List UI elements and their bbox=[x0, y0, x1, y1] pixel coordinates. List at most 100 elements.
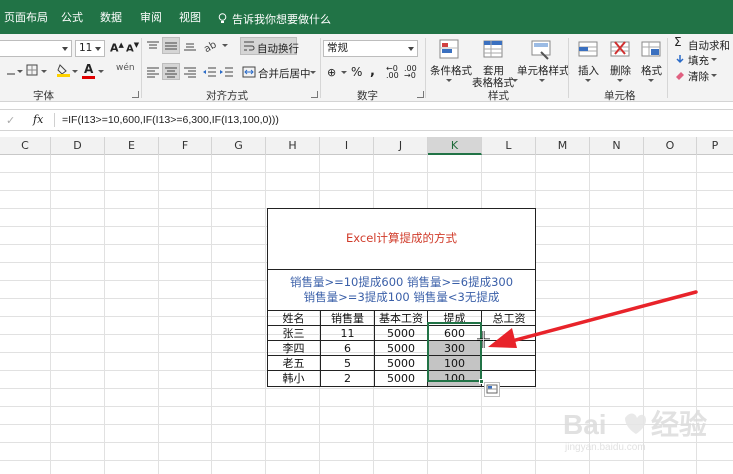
borders-dropdown-icon[interactable] bbox=[41, 70, 47, 73]
table-cell[interactable]: 6 bbox=[321, 341, 374, 356]
font-size-combo[interactable]: 11 bbox=[75, 40, 105, 57]
insert-function-icon[interactable]: fx bbox=[33, 113, 43, 126]
increase-font-icon[interactable]: A▲ bbox=[110, 41, 124, 55]
table-cell[interactable]: 张三 bbox=[267, 326, 320, 341]
percent-style-icon[interactable]: % bbox=[351, 65, 362, 79]
delete-button[interactable]: 删除 bbox=[610, 63, 631, 78]
column-header-i[interactable]: I bbox=[320, 137, 374, 155]
table-cell[interactable]: 5000 bbox=[375, 371, 427, 386]
clear-dropdown-icon[interactable] bbox=[711, 74, 717, 77]
column-header-m[interactable]: M bbox=[536, 137, 590, 155]
column-header-d[interactable]: D bbox=[51, 137, 105, 155]
font-name-combo[interactable] bbox=[0, 40, 72, 57]
decrease-font-icon[interactable]: A▼ bbox=[126, 41, 139, 54]
table-cell[interactable]: 5 bbox=[321, 356, 374, 371]
ribbon: 11 A▲ A▼ A wén 字体 ab 自动换行 合并后居中 对齐方式 常规 … bbox=[0, 34, 733, 102]
orientation-dropdown-icon[interactable] bbox=[222, 44, 228, 47]
header-sales[interactable]: 销售量 bbox=[321, 311, 374, 326]
format-button[interactable]: 格式 bbox=[641, 63, 662, 78]
orientation-icon[interactable]: ab bbox=[204, 39, 220, 53]
fill-button[interactable]: 填充 bbox=[688, 53, 709, 68]
column-header-f[interactable]: F bbox=[159, 137, 212, 155]
table-cell[interactable]: 李四 bbox=[267, 341, 320, 356]
fill-dropdown-icon[interactable] bbox=[711, 58, 717, 61]
insert-button[interactable]: 插入 bbox=[578, 63, 599, 78]
cell-styles-dropdown-icon[interactable] bbox=[539, 79, 545, 82]
formula-input[interactable]: =IF(I13>=10,600,IF(I13>=6,300,IF(I13,100… bbox=[62, 114, 279, 126]
conditional-dropdown-icon[interactable] bbox=[446, 79, 452, 82]
align-center-icon bbox=[165, 67, 177, 78]
accounting-format-icon[interactable]: ⊕ bbox=[327, 66, 336, 79]
increase-indent-icon[interactable] bbox=[220, 66, 234, 78]
table-cell[interactable]: 5000 bbox=[375, 356, 427, 371]
phonetic-icon[interactable]: wén bbox=[116, 63, 135, 73]
table-cell[interactable]: 老五 bbox=[267, 356, 320, 371]
alignment-launcher-icon[interactable] bbox=[311, 91, 318, 98]
tab-formulas[interactable]: 公式 bbox=[61, 11, 83, 25]
table-format-dropdown-icon[interactable] bbox=[512, 79, 518, 82]
column-header-o[interactable]: O bbox=[644, 137, 697, 155]
fill-color-icon[interactable] bbox=[57, 63, 70, 77]
merge-dropdown-icon[interactable] bbox=[310, 71, 316, 74]
table-cell[interactable]: 5000 bbox=[375, 326, 427, 341]
selected-range[interactable] bbox=[427, 322, 482, 382]
table-cell[interactable]: 韩小 bbox=[267, 371, 320, 386]
number-format-combo[interactable]: 常规 bbox=[323, 40, 418, 57]
table-cell[interactable] bbox=[482, 356, 536, 371]
autosum-icon: Σ bbox=[674, 35, 682, 49]
column-header-e[interactable]: E bbox=[105, 137, 159, 155]
table-cell[interactable]: 2 bbox=[321, 371, 374, 386]
comma-style-icon[interactable]: , bbox=[370, 64, 375, 79]
tab-review[interactable]: 审阅 bbox=[140, 11, 162, 25]
cells-group-label: 单元格 bbox=[604, 90, 636, 102]
merge-center-button[interactable]: 合并后居中 bbox=[258, 66, 311, 81]
table-title[interactable]: Excel计算提成的方式 bbox=[267, 208, 536, 269]
quick-analysis-button[interactable] bbox=[484, 382, 500, 397]
column-header-k[interactable]: K bbox=[428, 137, 482, 155]
header-name[interactable]: 姓名 bbox=[267, 311, 320, 326]
decrease-decimal-icon[interactable]: .00 →0 bbox=[404, 65, 417, 80]
font-color-icon[interactable]: A bbox=[84, 62, 93, 76]
fill-color-dropdown-icon[interactable] bbox=[72, 70, 78, 73]
increase-decimal-icon[interactable]: ←0.00 bbox=[386, 65, 399, 80]
font-launcher-icon[interactable] bbox=[132, 91, 139, 98]
column-header-l[interactable]: L bbox=[482, 137, 536, 155]
cell-styles-icon bbox=[531, 40, 551, 60]
column-header-g[interactable]: G bbox=[212, 137, 266, 155]
align-top-icon[interactable] bbox=[146, 40, 160, 52]
font-color-dropdown-icon[interactable] bbox=[98, 70, 104, 73]
accounting-dropdown-icon[interactable] bbox=[341, 71, 347, 74]
column-header-h[interactable]: H bbox=[266, 137, 320, 155]
cancel-icon[interactable]: ✓ bbox=[6, 114, 15, 127]
svg-text:ab: ab bbox=[204, 39, 219, 53]
tab-view[interactable]: 视图 bbox=[179, 11, 201, 25]
decrease-indent-icon[interactable] bbox=[203, 66, 217, 78]
autosum-button[interactable]: 自动求和 bbox=[688, 38, 730, 53]
tab-data[interactable]: 数据 bbox=[100, 11, 122, 25]
align-left-icon[interactable] bbox=[146, 66, 160, 78]
borders-icon[interactable] bbox=[26, 64, 38, 76]
eraser-icon bbox=[676, 72, 684, 80]
column-header-c[interactable]: C bbox=[0, 137, 51, 155]
column-header-p[interactable]: P bbox=[697, 137, 733, 155]
align-bottom-icon[interactable] bbox=[183, 40, 197, 52]
underline-dropdown-icon[interactable] bbox=[17, 70, 23, 73]
format-dropdown-icon[interactable] bbox=[648, 79, 654, 82]
table-cell[interactable]: 11 bbox=[321, 326, 374, 341]
wrap-text-label: 自动换行 bbox=[257, 43, 299, 55]
cell-styles-button[interactable]: 单元格样式 bbox=[517, 63, 570, 78]
table-cell[interactable]: 5000 bbox=[375, 341, 427, 356]
clear-button[interactable]: 清除 bbox=[688, 69, 709, 84]
tell-me-search[interactable]: 告诉我你想要做什么 bbox=[218, 11, 331, 27]
column-header-n[interactable]: N bbox=[590, 137, 644, 155]
number-launcher-icon[interactable] bbox=[417, 91, 424, 98]
underline-icon[interactable] bbox=[6, 65, 16, 75]
insert-dropdown-icon[interactable] bbox=[585, 79, 591, 82]
header-base-salary[interactable]: 基本工资 bbox=[375, 311, 427, 326]
column-header-j[interactable]: J bbox=[374, 137, 428, 155]
delete-dropdown-icon[interactable] bbox=[617, 79, 623, 82]
conditional-formatting-button[interactable]: 条件格式 bbox=[430, 63, 472, 78]
number-format-value: 常规 bbox=[327, 42, 348, 54]
tab-page-layout[interactable]: 页面布局 bbox=[4, 11, 48, 25]
align-right-icon[interactable] bbox=[183, 66, 197, 78]
